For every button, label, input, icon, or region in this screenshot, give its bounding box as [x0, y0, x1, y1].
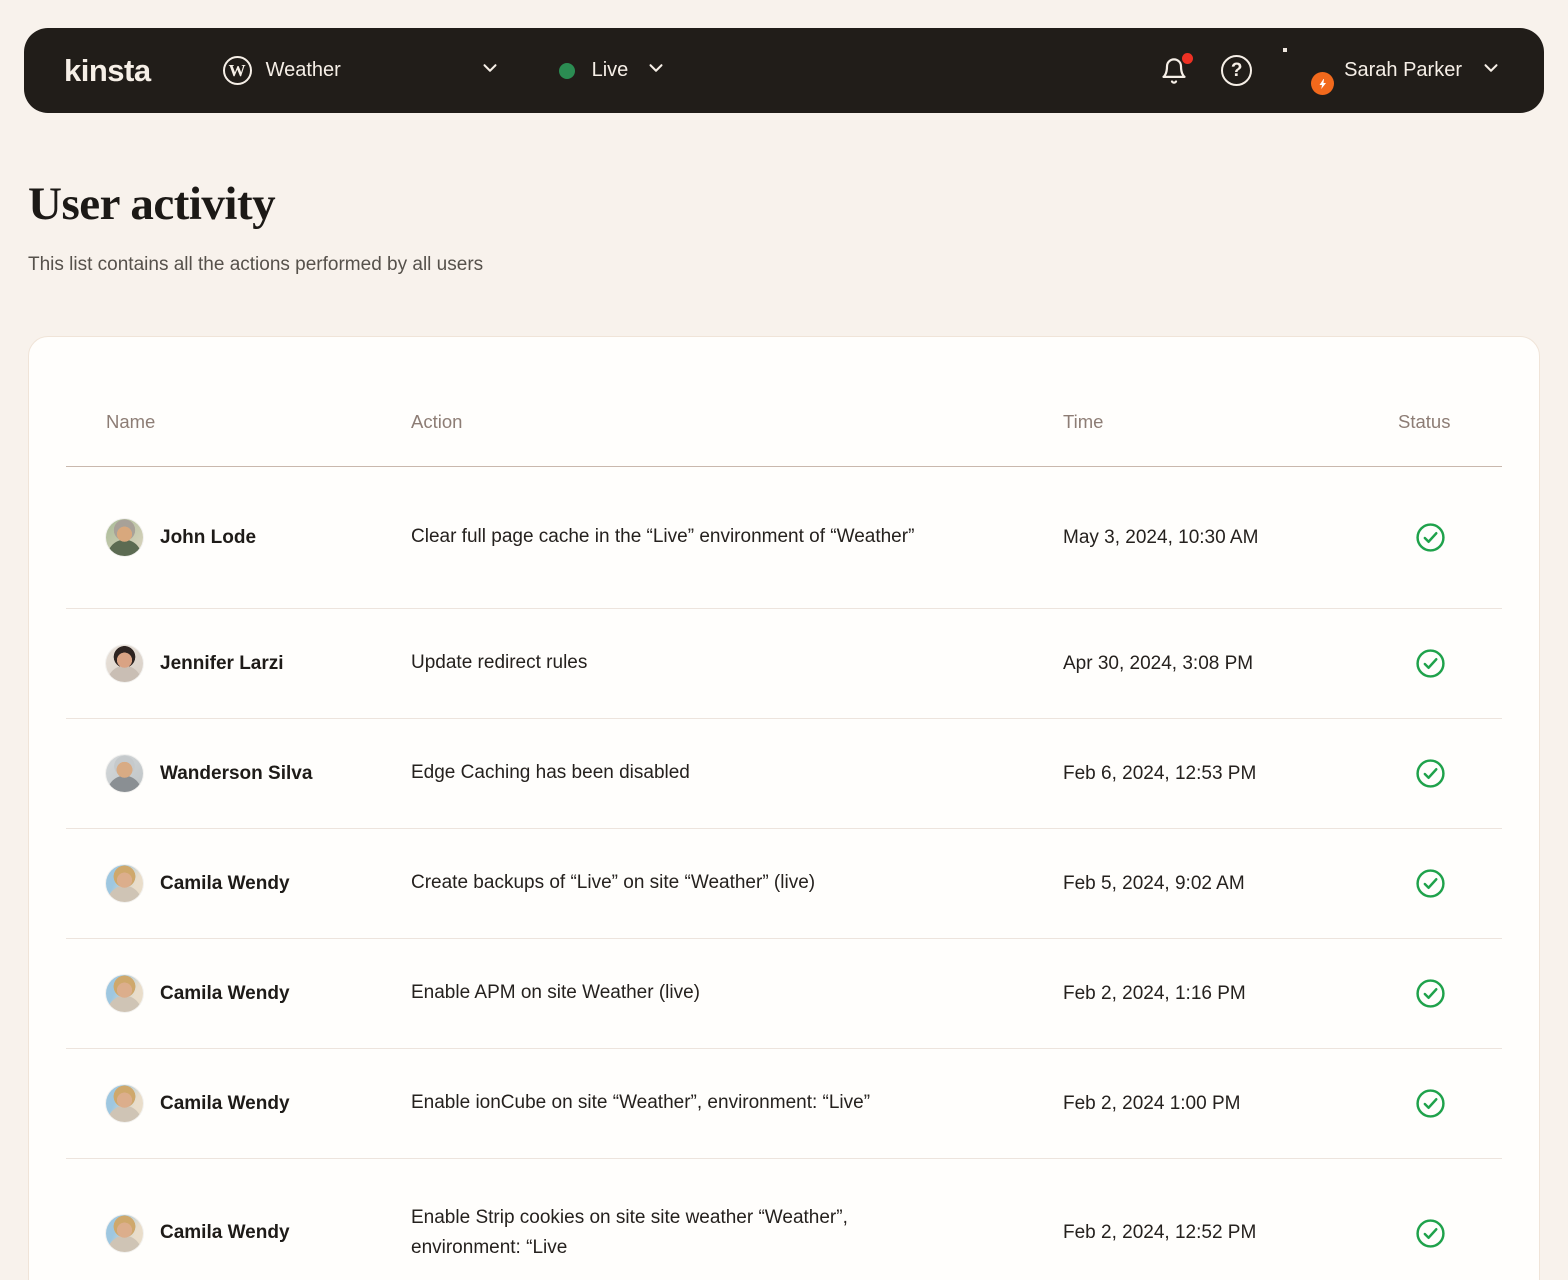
- avatar: [106, 519, 143, 556]
- success-check-icon: [1416, 979, 1445, 1008]
- table-body: John Lode Clear full page cache in the “…: [66, 467, 1502, 1280]
- row-user-name: Camila Wendy: [160, 872, 290, 894]
- avatar: [106, 865, 143, 902]
- user-name-cell: Camila Wendy: [66, 975, 411, 1012]
- user-name-cell: Camila Wendy: [66, 865, 411, 902]
- help-button[interactable]: ?: [1221, 55, 1253, 86]
- success-check-icon: [1416, 649, 1445, 678]
- avatar: [106, 755, 143, 792]
- user-name-cell: John Lode: [66, 519, 411, 556]
- table-row: Wanderson Silva Edge Caching has been di…: [66, 719, 1502, 829]
- user-name: Sarah Parker: [1344, 59, 1462, 81]
- status-cell: [1398, 758, 1502, 789]
- user-name-cell: Wanderson Silva: [66, 755, 411, 792]
- notifications-button[interactable]: [1160, 52, 1194, 85]
- status-cell: [1398, 648, 1502, 679]
- table-row: Jennifer Larzi Update redirect rules Apr…: [66, 609, 1502, 719]
- time-cell: Feb 5, 2024, 9:02 AM: [1063, 872, 1245, 894]
- wordpress-icon: W: [222, 56, 252, 85]
- status-cell: [1398, 1218, 1502, 1249]
- lightning-badge-icon: [1311, 72, 1335, 95]
- navbar-right-group: ? Sarah Parker: [1160, 50, 1502, 95]
- column-header-action: Action: [411, 410, 463, 432]
- action-cell: Update redirect rules: [411, 652, 588, 674]
- kinsta-logo: kinsta: [64, 52, 151, 88]
- success-check-icon: [1416, 869, 1445, 898]
- time-cell: Apr 30, 2024, 3:08 PM: [1063, 652, 1254, 674]
- success-check-icon: [1416, 523, 1445, 552]
- avatar: [106, 645, 143, 682]
- notification-dot-icon: [1182, 52, 1194, 64]
- chevron-down-icon: [479, 57, 501, 84]
- status-cell: [1398, 978, 1502, 1009]
- row-user-name: Camila Wendy: [160, 1222, 290, 1243]
- status-cell: [1398, 1088, 1502, 1119]
- user-avatar-wrap: [1285, 50, 1335, 95]
- environment-label: Live: [591, 59, 629, 81]
- user-name-cell: Camila Wendy: [66, 1085, 411, 1122]
- time-cell: Feb 2, 2024, 1:16 PM: [1063, 982, 1246, 1004]
- column-header-time: Time: [1063, 410, 1104, 432]
- row-user-name: Camila Wendy: [160, 1092, 290, 1114]
- status-cell: [1398, 868, 1502, 899]
- time-cell: Feb 2, 2024 1:00 PM: [1063, 1092, 1241, 1114]
- status-cell: [1398, 522, 1502, 553]
- site-selector-dropdown[interactable]: W Weather: [222, 56, 501, 85]
- user-name-cell: Camila Wendy: [66, 1214, 411, 1252]
- action-cell: Clear full page cache in the “Live” envi…: [411, 526, 915, 548]
- table-row: John Lode Clear full page cache in the “…: [66, 467, 1502, 609]
- top-navbar: kinsta W Weather Live ? Sarah Parker: [24, 28, 1544, 113]
- site-selector-label: Weather: [265, 59, 341, 81]
- row-user-name: Jennifer Larzi: [160, 652, 284, 674]
- user-activity-card: Name Action Time Status John Lode Clear …: [28, 336, 1540, 1280]
- environment-selector-dropdown[interactable]: Live: [558, 57, 668, 84]
- time-cell: Feb 6, 2024, 12:53 PM: [1063, 762, 1257, 784]
- row-user-name: John Lode: [160, 526, 257, 548]
- action-cell: Enable APM on site Weather (live): [411, 982, 701, 1004]
- table-row: Camila Wendy Enable Strip cookies on sit…: [66, 1159, 1502, 1280]
- table-row: Camila Wendy Enable APM on site Weather …: [66, 939, 1502, 1049]
- avatar: [106, 1085, 143, 1122]
- user-menu[interactable]: Sarah Parker: [1285, 50, 1502, 95]
- success-check-icon: [1416, 1089, 1445, 1118]
- success-check-icon: [1416, 1218, 1445, 1248]
- action-cell: Enable Strip cookies on site site weathe…: [411, 1206, 848, 1258]
- page-title: User activity: [28, 178, 276, 230]
- column-header-status: Status: [1398, 410, 1451, 432]
- chevron-down-icon: [1480, 57, 1502, 84]
- avatar: [106, 975, 143, 1012]
- table-header-row: Name Action Time Status: [66, 337, 1502, 467]
- chevron-down-icon: [645, 57, 667, 84]
- table-row: Camila Wendy Enable ionCube on site “Wea…: [66, 1049, 1502, 1159]
- table-row: Camila Wendy Create backups of “Live” on…: [66, 829, 1502, 939]
- row-user-name: Wanderson Silva: [160, 762, 313, 784]
- action-cell: Enable ionCube on site “Weather”, enviro…: [411, 1092, 871, 1114]
- time-cell: Feb 2, 2024, 12:52 PM: [1063, 1222, 1257, 1243]
- time-cell: May 3, 2024, 10:30 AM: [1063, 526, 1259, 548]
- page-header: User activity This list contains all the…: [28, 177, 1540, 276]
- user-name-cell: Jennifer Larzi: [66, 645, 411, 682]
- action-cell: Create backups of “Live” on site “Weathe…: [411, 872, 816, 894]
- avatar: [106, 1214, 143, 1252]
- page-subtitle: This list contains all the actions perfo…: [28, 254, 484, 275]
- success-check-icon: [1416, 759, 1445, 788]
- column-header-name: Name: [106, 410, 156, 432]
- row-user-name: Camila Wendy: [160, 982, 290, 1004]
- help-icon: ?: [1221, 55, 1253, 86]
- action-cell: Edge Caching has been disabled: [411, 762, 690, 784]
- live-status-dot-icon: [558, 62, 575, 79]
